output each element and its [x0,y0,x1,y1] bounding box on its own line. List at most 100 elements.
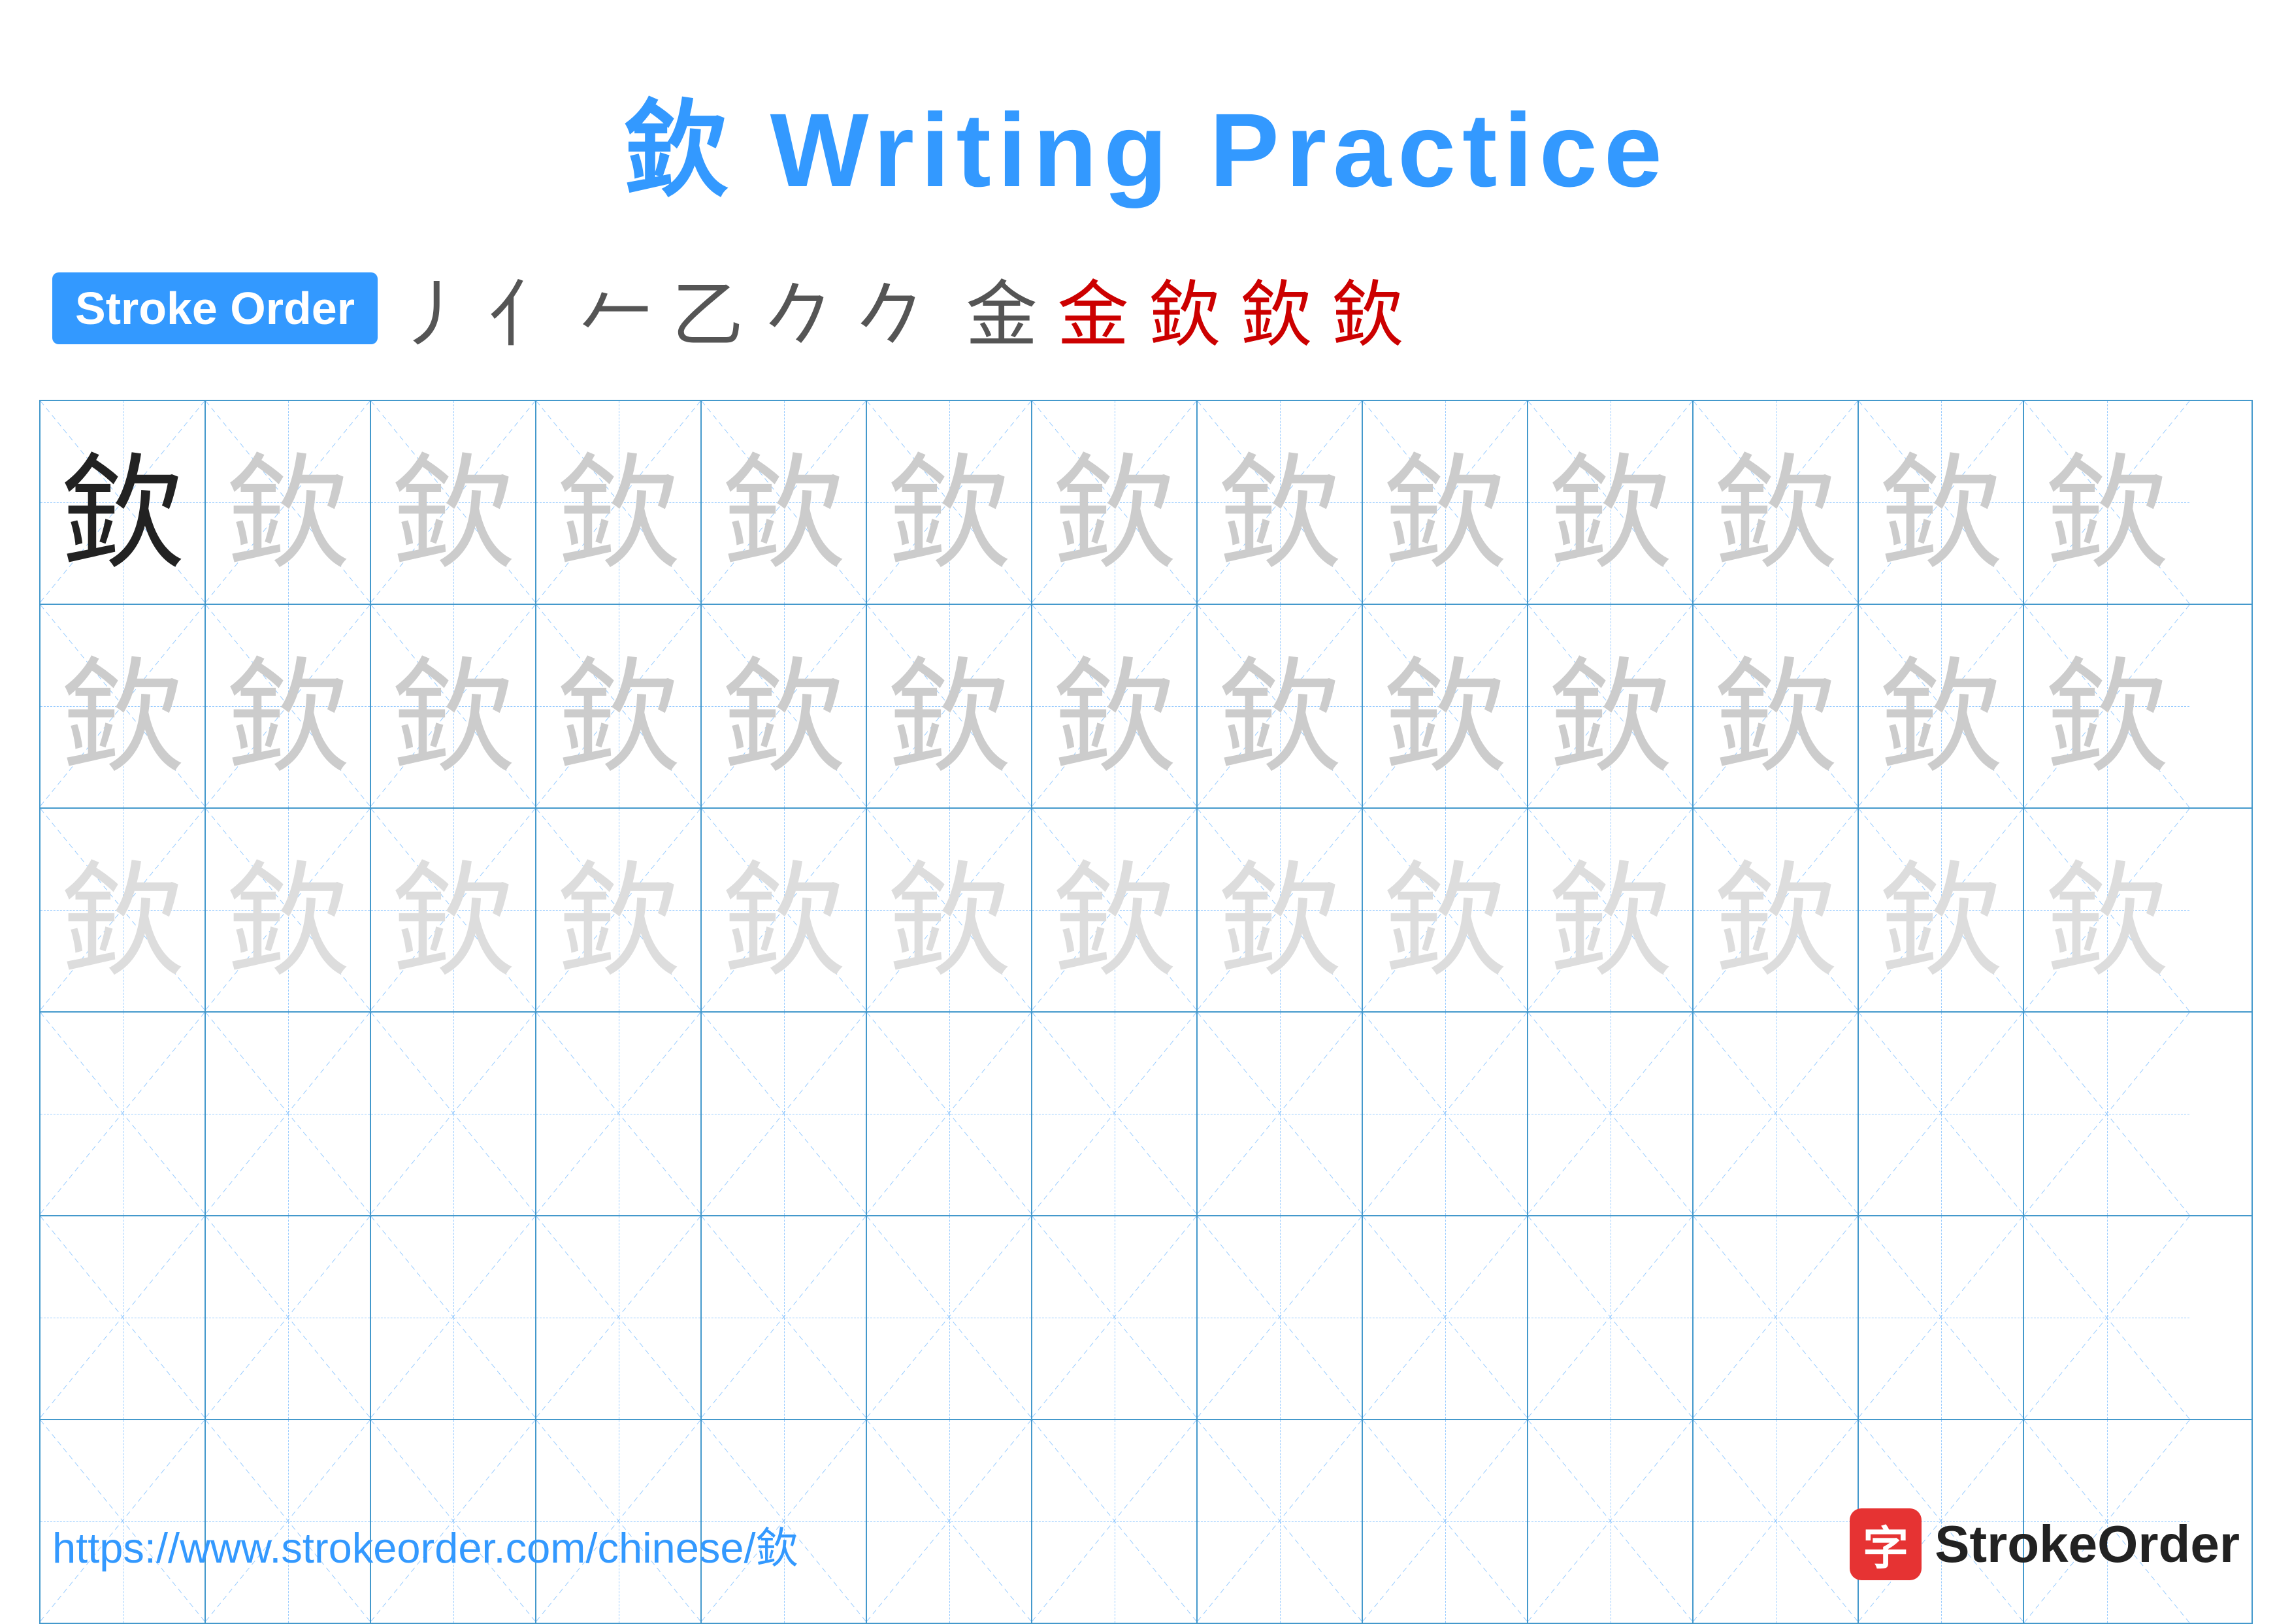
grid-cell-2-1[interactable]: 欽 [41,605,206,807]
stroke-4: 乙 [672,256,744,361]
practice-char-guide: 欽 [721,617,845,796]
stroke-order-row: Stroke Order 丿 亻 𠂉 乙 𠂊 𠂊 𠂋 金 金 欽 欽 欽 [0,217,2292,387]
grid-cell-5-13[interactable] [2024,1216,2189,1419]
grid-cell-2-8[interactable]: 欽 [1198,605,1363,807]
grid-cell-3-2[interactable]: 欽 [206,809,371,1011]
grid-cell-4-12[interactable] [1859,1013,2024,1215]
grid-cell-1-10[interactable]: 欽 [1528,401,1694,604]
practice-char-guide: 欽 [556,617,680,796]
grid-cell-2-11[interactable]: 欽 [1694,605,1859,807]
grid-cell-5-1[interactable] [41,1216,206,1419]
stroke-11: 欽 [1240,256,1312,361]
grid-cell-1-13[interactable]: 欽 [2024,401,2189,604]
grid-cell-1-7[interactable]: 欽 [1032,401,1198,604]
grid-cell-2-9[interactable]: 欽 [1363,605,1528,807]
practice-char-guide: 欽 [1878,413,2003,593]
practice-char-dark: 欽 [60,413,184,593]
grid-cell-5-7[interactable] [1032,1216,1198,1419]
grid-cell-1-11[interactable]: 欽 [1694,401,1859,604]
grid-cell-4-9[interactable] [1363,1013,1528,1215]
grid-cell-4-8[interactable] [1198,1013,1363,1215]
practice-char-guide: 欽 [1383,617,1507,796]
grid-cell-2-3[interactable]: 欽 [371,605,536,807]
grid-cell-3-1[interactable]: 欽 [41,809,206,1011]
grid-cell-2-4[interactable]: 欽 [536,605,702,807]
grid-cell-1-2[interactable]: 欽 [206,401,371,604]
grid-cell-4-11[interactable] [1694,1013,1859,1215]
grid-row-1: 欽 欽 欽 欽 [41,401,2251,605]
grid-cell-5-4[interactable] [536,1216,702,1419]
grid-cell-5-3[interactable] [371,1216,536,1419]
grid-cell-5-10[interactable] [1528,1216,1694,1419]
grid-cell-1-8[interactable]: 欽 [1198,401,1363,604]
grid-cell-5-9[interactable] [1363,1216,1528,1419]
grid-cell-4-6[interactable] [867,1013,1032,1215]
grid-cell-3-8[interactable]: 欽 [1198,809,1363,1011]
grid-cell-1-6[interactable]: 欽 [867,401,1032,604]
grid-cell-1-12[interactable]: 欽 [1859,401,2024,604]
grid-cell-2-6[interactable]: 欽 [867,605,1032,807]
grid-cell-1-9[interactable]: 欽 [1363,401,1528,604]
practice-char-faint: 欽 [60,820,184,1000]
grid-cell-5-8[interactable] [1198,1216,1363,1419]
practice-char-guide: 欽 [1713,413,1837,593]
stroke-12: 欽 [1332,256,1403,361]
practice-char-guide: 欽 [1383,413,1507,593]
grid-cell-1-5[interactable]: 欽 [702,401,867,604]
practice-char-faint: 欽 [2044,820,2169,1000]
grid-row-3: 欽 欽 欽 欽 [41,809,2251,1013]
grid-cell-2-2[interactable]: 欽 [206,605,371,807]
grid-cell-3-12[interactable]: 欽 [1859,809,2024,1011]
practice-char-guide: 欽 [1548,413,1672,593]
practice-char-guide: 欽 [556,413,680,593]
grid-cell-4-2[interactable] [206,1013,371,1215]
grid-cell-3-6[interactable]: 欽 [867,809,1032,1011]
practice-char-guide: 欽 [2044,617,2169,796]
grid-cell-3-13[interactable]: 欽 [2024,809,2189,1011]
grid-cell-4-1[interactable] [41,1013,206,1215]
grid-cell-5-5[interactable] [702,1216,867,1419]
grid-cell-1-1[interactable]: 欽 [41,401,206,604]
footer-url-link[interactable]: https://www.strokeorder.com/chinese/欽 [52,1514,798,1575]
grid-cell-3-10[interactable]: 欽 [1528,809,1694,1011]
practice-char-faint: 欽 [1217,820,1341,1000]
grid-cell-2-5[interactable]: 欽 [702,605,867,807]
grid-cell-4-5[interactable] [702,1013,867,1215]
grid-cell-4-3[interactable] [371,1013,536,1215]
grid-cell-4-7[interactable] [1032,1013,1198,1215]
grid-cell-3-5[interactable]: 欽 [702,809,867,1011]
grid-cell-2-7[interactable]: 欽 [1032,605,1198,807]
grid-cell-2-12[interactable]: 欽 [1859,605,2024,807]
practice-char-faint: 欽 [1548,820,1672,1000]
practice-char-faint: 欽 [721,820,845,1000]
practice-char-guide: 欽 [2044,413,2169,593]
practice-char-guide: 欽 [225,617,350,796]
practice-char-faint: 欽 [887,820,1011,1000]
grid-cell-5-2[interactable] [206,1216,371,1419]
grid-cell-3-7[interactable]: 欽 [1032,809,1198,1011]
practice-char-guide: 欽 [1548,617,1672,796]
grid-cell-3-3[interactable]: 欽 [371,809,536,1011]
practice-char-guide: 欽 [1217,413,1341,593]
grid-cell-2-10[interactable]: 欽 [1528,605,1694,807]
grid-cell-5-6[interactable] [867,1216,1032,1419]
practice-char-faint: 欽 [1383,820,1507,1000]
grid-cell-4-10[interactable] [1528,1013,1694,1215]
grid-cell-1-4[interactable]: 欽 [536,401,702,604]
practice-char-guide: 欽 [391,413,515,593]
grid-cell-1-3[interactable]: 欽 [371,401,536,604]
grid-cell-3-9[interactable]: 欽 [1363,809,1528,1011]
grid-row-2: 欽 欽 欽 欽 [41,605,2251,809]
grid-cell-5-12[interactable] [1859,1216,2024,1419]
footer: https://www.strokeorder.com/chinese/欽 字 … [52,1508,2240,1580]
grid-cell-3-11[interactable]: 欽 [1694,809,1859,1011]
grid-cell-2-13[interactable]: 欽 [2024,605,2189,807]
practice-char-guide: 欽 [225,413,350,593]
grid-cell-4-4[interactable] [536,1013,702,1215]
stroke-6: 𠂊 [855,256,926,361]
grid-cell-4-13[interactable] [2024,1013,2189,1215]
practice-char-faint: 欽 [1052,820,1176,1000]
grid-cell-5-11[interactable] [1694,1216,1859,1419]
grid-cell-3-4[interactable]: 欽 [536,809,702,1011]
practice-char-guide: 欽 [1713,617,1837,796]
